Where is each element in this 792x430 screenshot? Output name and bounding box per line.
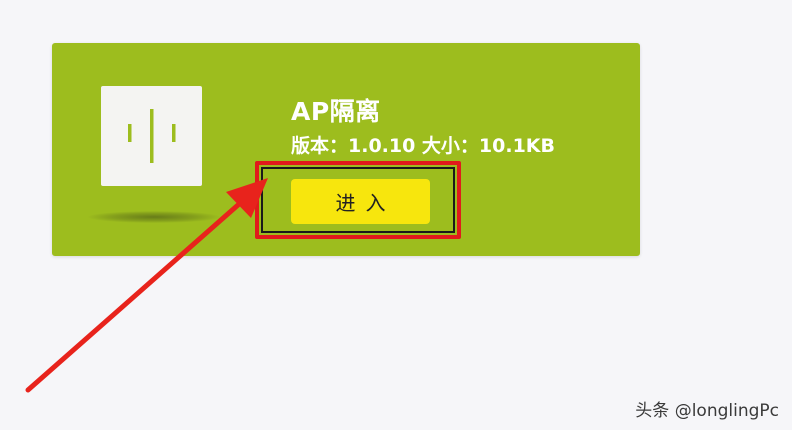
plugin-title: AP隔离: [291, 97, 381, 126]
enter-button[interactable]: 进入: [291, 179, 430, 224]
plugin-version-size: 版本：1.0.10 大小：10.1KB: [291, 135, 556, 157]
icon-shadow: [88, 211, 220, 223]
watermark: 头条 @longlingPc: [635, 401, 779, 421]
voice-wave-icon: [101, 86, 202, 186]
